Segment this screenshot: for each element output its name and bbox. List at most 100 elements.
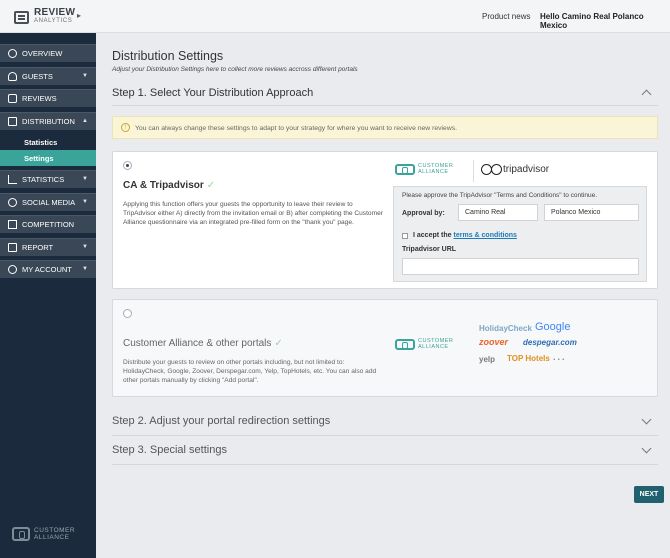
approval-note: Please approve the TripAdvisor "Terms an… [402,192,598,199]
chevron-down-icon: ▼ [82,266,88,272]
ca-logo-line2: ALLIANCE [418,169,449,175]
caret-right-icon[interactable]: ▸ [77,11,81,20]
sidebar-item-reviews[interactable]: REVIEWS [0,89,96,107]
step1-header[interactable]: Step 1. Select Your Distribution Approac… [112,87,658,100]
review-logo-icon [14,10,29,24]
ca-logo-line2: ALLIANCE [418,344,449,350]
info-banner: ! You can always change these settings t… [112,116,658,139]
product-news-link[interactable]: Product news [482,12,530,21]
sidebar-item-statistics[interactable]: STATISTICS ▼ [0,170,96,188]
account-icon [8,265,17,274]
page-subtitle: Adjust your Distribution Settings here t… [112,66,358,73]
sidebar: OVERVIEW GUESTS ▼ REVIEWS DISTRIBUTION ▲… [0,33,96,558]
option-title-text: CA & Tripadvisor [123,180,204,191]
chevron-down-icon: ▼ [82,198,88,205]
step3-title: Step 3. Special settings [112,444,227,456]
sidebar-item-label: REVIEWS [22,94,57,103]
option-title: Customer Alliance & other portals ✓ [123,338,283,349]
info-icon: ! [121,123,130,132]
customer-alliance-logo: CUSTOMER ALLIANCE [12,527,75,541]
option-ca-other-portals-radio[interactable] [123,309,132,318]
approval-label: Approval by: [402,210,445,217]
main-content: Distribution Settings Adjust your Distri… [96,33,670,558]
dashboard-icon [8,49,17,58]
tripadvisor-url-input[interactable] [402,258,639,275]
chevron-up-icon[interactable] [641,89,652,100]
check-icon: ✓ [206,180,216,191]
chevron-down-icon[interactable] [641,414,652,425]
competition-icon [8,220,17,229]
sidebar-item-competition[interactable]: COMPETITION [0,215,96,233]
next-button[interactable]: NEXT [634,486,664,503]
zoover-logo: zoover [479,337,509,347]
accept-terms-checkbox[interactable] [402,232,408,239]
chevron-down-icon[interactable] [641,443,652,454]
accept-terms-row: I accept the terms & conditions [402,232,517,239]
option-title: CA & Tripadvisor ✓ [123,180,215,191]
sidebar-item-guests[interactable]: GUESTS ▼ [0,66,96,85]
footer-logo-line2: ALLIANCE [34,534,70,541]
divider [112,464,658,465]
footer-logo-line1: CUSTOMER [34,527,76,534]
tripadvisor-url-label: Tripadvisor URL [402,246,457,253]
option-ca-tripadvisor-radio[interactable] [123,161,132,170]
sidebar-item-label: STATISTICS [22,175,65,184]
option-description: Applying this function offers your guest… [123,201,383,226]
user-greeting-menu[interactable]: Hello Camino Real Polanco Mexico [540,12,670,30]
tripadvisor-logo-text: tripadvisor [503,163,550,175]
despegar-logo: despegar.com [523,338,577,347]
more-portals-icon: ... [553,352,567,362]
customer-alliance-logo: CUSTOMER ALLIANCE [395,338,453,350]
customer-alliance-logo-icon [395,163,415,175]
option-ca-other-portals[interactable]: Customer Alliance & other portals ✓ Distr… [112,299,658,397]
chevron-up-icon: ▲ [82,117,88,124]
sidebar-item-overview[interactable]: OVERVIEW [0,44,96,62]
sidebar-subitem-statistics[interactable]: Statistics [0,134,96,150]
sidebar-item-label: DISTRIBUTION [22,116,75,126]
chevron-down-icon: ▼ [82,72,88,79]
portal-logos: HolidayCheck Google zoover despegar.com … [479,320,589,370]
sidebar-item-my-account[interactable]: MY ACCOUNT ▼ [0,260,96,278]
tripadvisor-logo: tripadvisor [481,163,549,175]
sidebar-nav: OVERVIEW GUESTS ▼ REVIEWS DISTRIBUTION ▲… [0,44,96,283]
chevron-down-icon: ▼ [82,243,88,250]
review-analytics-logo[interactable]: REVIEW ANALYTICS [14,8,75,26]
page-title: Distribution Settings [112,49,224,63]
logo-title: REVIEW [34,7,76,18]
terms-conditions-link[interactable]: terms & conditions [454,232,517,239]
globe-icon [8,197,17,207]
sidebar-subitem-settings[interactable]: Settings [0,150,96,166]
customer-alliance-logo-icon [12,527,30,541]
sidebar-item-label: SOCIAL MEDIA [22,197,76,207]
sidebar-item-social-media[interactable]: SOCIAL MEDIA ▼ [0,192,96,211]
google-logo: Google [535,321,571,333]
customer-alliance-logo-icon [395,338,415,350]
option-title-text: Customer Alliance & other portals [123,338,272,349]
step3-header[interactable]: Step 3. Special settings [112,443,658,456]
accept-terms-label: I accept the [413,232,452,239]
approval-panel: Please approve the TripAdvisor "Terms an… [393,186,647,282]
sidebar-item-label: REPORT [22,242,54,252]
divider [112,435,658,436]
share-icon [8,116,17,126]
approval-last-name-input[interactable]: Polanco Mexico [544,204,639,221]
divider [112,105,658,106]
option-description: Distribute your guests to review on othe… [123,359,377,384]
logo-subtitle: ANALYTICS [34,18,73,24]
check-icon: ✓ [274,338,283,349]
user-icon [8,71,17,81]
sidebar-item-label: COMPETITION [22,220,75,229]
sidebar-item-distribution[interactable]: DISTRIBUTION ▲ [0,111,96,130]
customer-alliance-logo: CUSTOMER ALLIANCE [395,163,453,175]
holidaycheck-logo: HolidayCheck [479,324,532,333]
approval-first-name-input[interactable]: Camino Real [458,204,538,221]
step1-title: Step 1. Select Your Distribution Approac… [112,87,314,99]
bar-chart-icon [8,175,17,184]
step2-header[interactable]: Step 2. Adjust your portal redirection s… [112,414,658,427]
sidebar-item-report[interactable]: REPORT ▼ [0,237,96,256]
info-text: You can always change these settings to … [135,125,458,132]
report-icon [8,242,17,252]
chevron-down-icon: ▼ [82,176,88,182]
option-ca-tripadvisor[interactable]: CA & Tripadvisor ✓ Applying this function… [112,151,658,289]
yelp-logo: yelp [479,355,496,364]
